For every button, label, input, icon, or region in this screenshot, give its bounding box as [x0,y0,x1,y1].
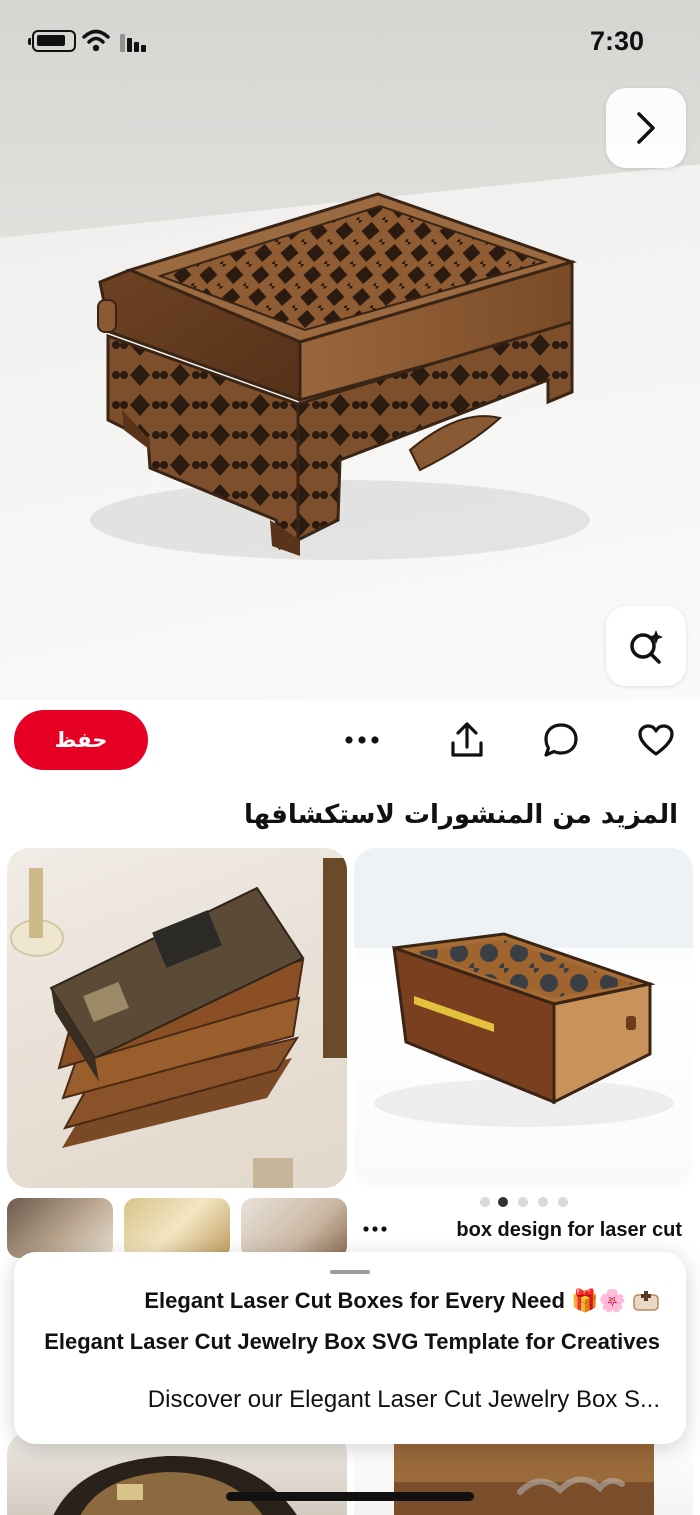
heart-icon [638,724,674,756]
related-thumbnail[interactable] [124,1198,230,1258]
pin-more-button[interactable] [360,1214,390,1238]
comment-button[interactable] [541,720,581,760]
more-options-button[interactable] [342,720,382,760]
sheet-headline-text: Elegant Laser Cut Boxes for Every Need [144,1288,565,1313]
more-to-explore-heading: المزيد من المنشورات لاستكشافها [243,800,678,830]
carousel-indicator [474,1197,574,1209]
carousel-dot [518,1197,528,1207]
visual-search-button[interactable] [606,606,686,686]
sheet-drag-handle[interactable] [330,1270,370,1274]
like-button[interactable] [636,720,676,760]
more-dots-icon [363,1226,387,1232]
sheet-description: Discover our Elegant Laser Cut Jewelry B… [147,1386,660,1413]
pin-hero-image[interactable] [0,0,700,700]
pin-card-partial-image [53,1455,297,1515]
sheet-title: Elegant Laser Cut Jewelry Box SVG Templa… [44,1329,660,1354]
more-dots-icon [345,736,379,744]
next-button[interactable] [606,88,686,168]
visual-search-icon [630,630,663,664]
share-icon [451,722,483,757]
carousel-dot [538,1197,548,1207]
laser-cut-box-illustration [90,192,590,560]
pin-card-book-boxes[interactable] [7,848,347,1188]
sheet-headline-emojis: 🎁🌸 [571,1289,626,1314]
home-indicator[interactable] [226,1492,474,1501]
carousel-dot [480,1197,490,1207]
pin-info-sheet[interactable]: Elegant Laser Cut Boxes for Every Need 🎁… [14,1252,686,1444]
pin-card-partial[interactable] [7,1432,347,1515]
share-button[interactable] [447,720,487,760]
pin-title[interactable]: box design for laser cut [456,1219,682,1242]
status-time: 7:30 [589,26,644,56]
wifi-icon [82,29,110,52]
carousel-dot [558,1197,568,1207]
battery-icon [28,30,76,52]
watermark-logo [517,1476,625,1495]
save-button[interactable]: حفظ [14,710,148,770]
chevron-right-icon [637,112,655,144]
laser-box-image [354,848,693,1127]
status-bar: 7:30 [0,0,700,80]
pin-action-bar: حفظ [0,700,700,784]
sewing-kit-emoji-icon [633,1291,659,1311]
sheet-headline: Elegant Laser Cut Boxes for Every Need 🎁… [144,1288,660,1314]
cellular-signal-icon [120,34,150,52]
related-thumbnail[interactable] [7,1198,113,1258]
comment-icon [544,723,578,757]
pin-card-laser-box[interactable] [354,848,693,1188]
book-box-image [10,858,347,1188]
related-thumbnail[interactable] [241,1198,347,1258]
carousel-dot-active [498,1197,508,1207]
